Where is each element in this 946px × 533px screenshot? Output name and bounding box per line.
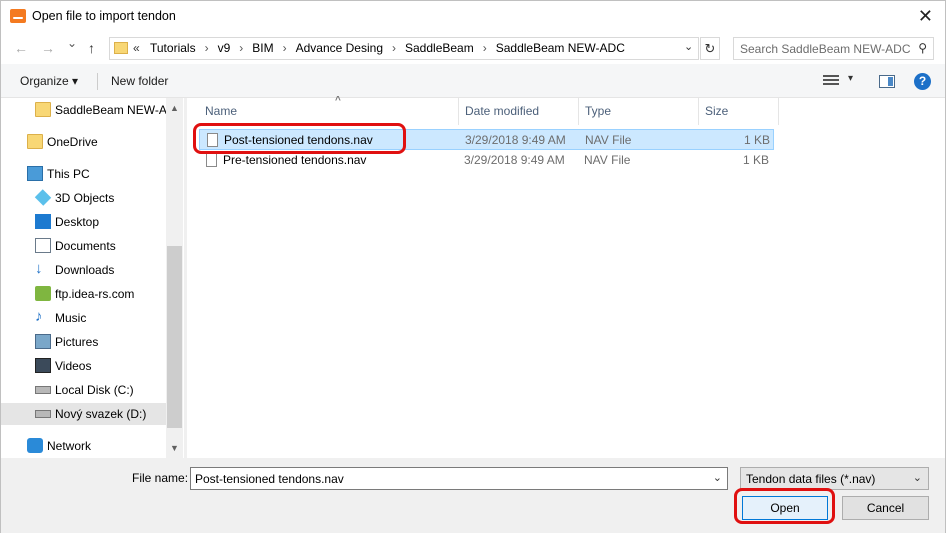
address-dropdown-icon[interactable]: ⌄ [684,40,693,53]
window-title: Open file to import tendon [32,9,176,23]
sidebar-item-label: Music [55,311,87,325]
view-options-icon[interactable] [823,75,839,87]
sidebar-item-label: ftp.idea-rs.com [55,287,135,301]
selected-file-highlight [193,123,406,154]
documents-icon [35,238,51,253]
view-dropdown-icon[interactable]: ▾ [848,73,853,84]
up-arrow-icon[interactable]: ↑ [88,40,95,56]
breadcrumb-separator-icon[interactable]: › [239,41,243,55]
folder-icon [27,134,43,149]
sidebar-item-disk-d[interactable]: Nový svazek (D:) [1,403,166,425]
desktop-icon [35,214,51,229]
computer-icon [27,166,43,181]
breadcrumb-item[interactable]: v9 [218,41,231,55]
sidebar-item-label: 3D Objects [55,191,115,205]
refresh-icon[interactable]: ↻ [700,37,720,60]
pictures-icon [35,334,51,349]
sidebar-item-label: This PC [47,167,90,181]
search-box[interactable]: ⚲ [733,37,934,60]
recent-locations-icon[interactable]: ⌄ [67,36,77,50]
breadcrumb-separator-icon[interactable]: › [205,41,209,55]
column-header-name[interactable]: Name ^ [199,95,459,125]
back-arrow-icon[interactable]: ← [14,40,28,56]
sidebar-item-label: SaddleBeam NEW-AD [55,103,176,117]
column-header-label: Type [585,104,612,118]
toolbar-divider [97,73,98,90]
file-icon [206,153,217,167]
sort-ascending-icon: ^ [335,95,341,106]
breadcrumb: Tutorials › v9 › BIM › Advance Desing › SaddleBe… [150,41,625,55]
chevron-down-icon: ⌄ [912,472,922,484]
file-date: 3/29/2018 9:49 AM [465,133,566,147]
column-header-label: Size [705,104,729,118]
file-name-field[interactable]: ⌄ [190,467,728,490]
disk-icon [35,410,51,418]
command-toolbar: Organize ▾ New folder ▾ ? [1,64,945,98]
chevron-down-icon[interactable]: ⌄ [713,471,722,484]
preview-pane-icon[interactable] [879,75,895,88]
file-name: Pre-tensioned tendons.nav [223,153,367,167]
3d-objects-icon [34,189,52,206]
breadcrumb-separator-icon[interactable]: › [483,41,487,55]
column-header-type[interactable]: Type [579,98,699,125]
sidebar-scrollbar[interactable]: ▲ ▼ [166,98,183,458]
scroll-up-icon[interactable]: ▲ [170,103,179,113]
sidebar-item-label: Desktop [55,215,100,229]
videos-icon [35,358,51,373]
file-type-filter-value: Tendon data files (*.nav) [746,472,876,486]
file-size: 1 KB [742,153,769,167]
file-type: NAV File [584,153,631,167]
navigation-bar: ← → ⌄ ↑ « Tutorials › v9 › BIM › Advance Desin… [1,32,945,64]
forward-arrow-icon[interactable]: → [41,40,55,56]
navigation-pane: SaddleBeam NEW-AD OneDrive This PC 3D Ob… [1,98,184,458]
network-drive-icon [35,286,51,301]
sidebar-item-label: Documents [55,239,116,253]
file-size: 1 KB [743,133,770,147]
breadcrumb-item[interactable]: Tutorials [150,41,196,55]
file-name-input[interactable] [195,469,705,489]
file-type-filter[interactable]: Tendon data files (*.nav) ⌄ [740,467,929,490]
folder-icon [114,42,128,54]
open-button-highlight [734,488,835,524]
sidebar-item-label: Pictures [55,335,99,349]
breadcrumb-separator-icon[interactable]: › [392,41,396,55]
breadcrumb-separator-icon[interactable]: › [283,41,287,55]
organize-button[interactable]: Organize ▾ [20,74,78,88]
file-type: NAV File [585,133,632,147]
sidebar-item-label: Network [47,439,92,453]
new-folder-button[interactable]: New folder [111,74,168,88]
scrollbar-thumb[interactable] [167,246,182,428]
open-file-dialog: Open file to import tendon ✕ ← → ⌄ ↑ « T… [0,0,946,533]
scroll-down-icon[interactable]: ▼ [170,443,179,453]
title-bar: Open file to import tendon ✕ [1,1,945,32]
breadcrumb-item[interactable]: SaddleBeam NEW-ADC [496,41,625,55]
search-icon: ⚲ [918,41,927,55]
music-icon: ♪ [35,308,43,325]
sidebar-item-label: Nový svazek (D:) [55,407,147,421]
breadcrumb-item[interactable]: SaddleBeam [405,41,474,55]
sidebar-item-label: Downloads [55,263,115,277]
breadcrumb-item[interactable]: Advance Desing [296,41,383,55]
disk-icon [35,386,51,394]
app-icon [10,9,26,23]
help-icon[interactable]: ? [914,73,931,90]
column-header-label: Date modified [465,104,540,118]
address-chevron-icon[interactable]: « [133,41,140,55]
close-icon[interactable]: ✕ [918,6,933,26]
folder-icon [35,102,51,117]
address-bar[interactable]: « Tutorials › v9 › BIM › Advance Desing › Saddle… [109,37,699,60]
file-name-label: File name: [132,471,189,485]
network-icon [27,438,43,453]
file-date: 3/29/2018 9:49 AM [464,153,565,167]
cancel-button[interactable]: Cancel [842,496,929,520]
column-header-date[interactable]: Date modified [459,98,579,125]
sidebar-item-label: Local Disk (C:) [55,383,134,397]
sidebar-item-label: Videos [55,359,92,373]
downloads-icon: ↓ [35,260,43,277]
search-input[interactable] [740,39,915,59]
sidebar-item-label: OneDrive [47,135,98,149]
column-header-label: Name [205,104,238,118]
breadcrumb-item[interactable]: BIM [252,41,273,55]
column-header-size[interactable]: Size [699,98,779,125]
